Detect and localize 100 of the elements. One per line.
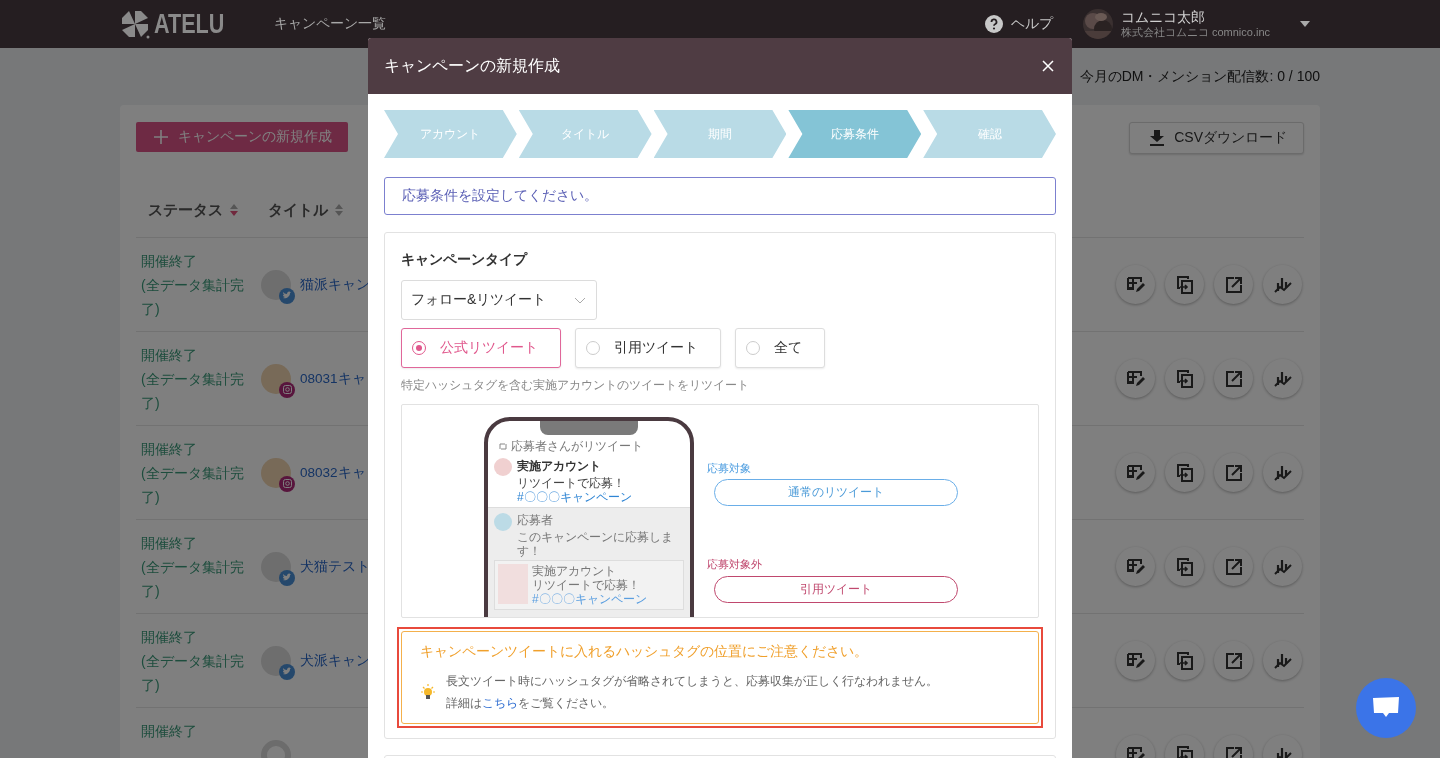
campaign-type-select[interactable]: フォロー&リツイート [401,280,597,320]
copy-icon [1174,556,1195,577]
field-label: キャンペーンタイプ [401,251,529,269]
user-name: コムニコ太郎 [1120,9,1206,25]
retweet-type-option[interactable]: 全て [735,328,825,368]
new-campaign-button[interactable]: キャンペーンの新規作成 [136,122,348,152]
edit-button[interactable] [1116,265,1155,304]
warning-title: キャンペーンツイートに入れるハッシュタグの位置にご注意ください。 [420,643,869,661]
dialog-title: キャンペーンの新規作成 [384,55,560,76]
tweet-text: リツイートで応募！ [532,578,641,592]
hashtag-text: #〇〇〇キャンペーン [532,592,647,606]
camera-icon [282,479,292,488]
external-link-icon [1223,556,1244,577]
quota-text: 今月のDM・メンション配信数: 0 / 100 [1079,67,1320,86]
open-button[interactable] [1214,641,1253,680]
table-edit-icon [1125,274,1146,295]
status-text: 開催終了 (全データ集計完了) [141,346,245,413]
report-button[interactable] [1263,641,1302,680]
logo-text: ATELU [154,8,225,40]
speech-bubble: 引用ツイート [714,576,958,603]
warning-text: 詳細はこちら をご覧ください。 [446,695,615,712]
table-edit-icon [1125,556,1146,577]
campaign-title-link[interactable]: 08031キャ [300,369,366,388]
nav-link[interactable]: キャンペーン一覧 [274,15,386,33]
csv-download-button[interactable]: CSVダウンロード [1129,122,1304,154]
open-button[interactable] [1214,453,1253,492]
duplicate-button[interactable] [1165,359,1204,398]
description-text: 特定ハッシュタグを含む実施アカウントのツイートをリツイート [401,377,750,394]
retweet-caption: 応募者さんがリツイート [511,438,643,455]
speech-bubble: 通常のリツイート [714,479,958,506]
ineligible-label: 応募対象外 [707,557,762,572]
avatar [494,458,512,476]
avatar [494,513,512,531]
close-icon [1042,60,1054,72]
sort-icon[interactable] [229,203,239,217]
retweet-icon [498,442,508,451]
campaign-title-link[interactable]: 犬猫テスト [300,557,370,576]
report-button[interactable] [1263,265,1302,304]
column-header[interactable]: タイトル [268,200,328,220]
caret-icon[interactable] [1300,21,1310,27]
plus-icon [154,130,168,144]
campaign-title-link[interactable]: 猫派キャン [300,275,370,294]
report-button[interactable] [1263,359,1302,398]
external-link-icon [1223,368,1244,389]
copy-icon [1174,462,1195,483]
copy-icon [1174,650,1195,671]
download-icon [1150,130,1165,146]
close-button[interactable] [1042,60,1054,72]
reply-text: このキャンペーンに応募します！ [517,530,674,558]
hashtag-text: #〇〇〇キャンペーン [517,490,632,504]
wizard-step[interactable]: 応募条件 [788,110,922,158]
status-text: 開催終了 (全データ集計完了) [141,534,245,601]
open-button[interactable] [1214,359,1253,398]
status-text: 開催終了 [141,722,198,741]
table-edit-icon [1125,462,1146,483]
duplicate-button[interactable] [1165,453,1204,492]
campaign-title-link[interactable]: 08032キャ [300,463,366,482]
chat-button[interactable] [1356,678,1416,738]
company-name: 株式会社コムニコ comnico.inc [1120,25,1270,39]
help-link[interactable]: ヘルプ [1010,15,1053,33]
duplicate-button[interactable] [1165,265,1204,304]
warning-text: 長文ツイート時にハッシュタグが省略されてしまうと、応募収集が正しく行なわれません。 [446,673,938,690]
account-name: 応募者 [517,513,554,527]
help-icon[interactable] [984,15,1003,33]
instruction-message: 応募条件を設定してください。 [384,177,1056,215]
column-header[interactable]: ステータス [148,200,223,220]
report-button[interactable] [1263,453,1302,492]
external-link-icon [1223,462,1244,483]
camera-icon [282,385,292,394]
edit-button[interactable] [1116,359,1155,398]
account-name: 実施アカウント [517,458,602,475]
bird-icon [282,573,292,582]
bird-icon [282,291,292,300]
copy-icon [1174,744,1195,758]
bird-icon [282,667,292,676]
report-button[interactable] [1263,547,1302,586]
open-button[interactable] [1214,265,1253,304]
lightbulb-icon [420,683,436,701]
duplicate-button[interactable] [1165,641,1204,680]
external-link-icon [1223,744,1244,758]
edit-button[interactable] [1116,453,1155,492]
campaign-title-link[interactable]: 犬派キャン [300,651,370,670]
account-name: 実施アカウント [532,564,617,578]
status-text: 開催終了 (全データ集計完了) [141,252,245,319]
eligible-label: 応募対象 [707,461,751,476]
retweet-type-option[interactable]: 公式リツイート [401,328,561,368]
retweet-type-option[interactable]: 引用ツイート [575,328,721,368]
edit-button[interactable] [1116,641,1155,680]
copy-icon [1174,368,1195,389]
logo-icon [120,9,150,39]
table-edit-icon [1125,368,1146,389]
external-link-icon [1223,650,1244,671]
table-edit-icon [1125,650,1146,671]
edit-button[interactable] [1116,547,1155,586]
external-link-icon [1223,274,1244,295]
details-link[interactable]: こちら [482,696,518,710]
status-text: 開催終了 (全データ集計完了) [141,440,245,507]
table-edit-icon [1125,744,1146,758]
open-button[interactable] [1214,547,1253,586]
duplicate-button[interactable] [1165,547,1204,586]
